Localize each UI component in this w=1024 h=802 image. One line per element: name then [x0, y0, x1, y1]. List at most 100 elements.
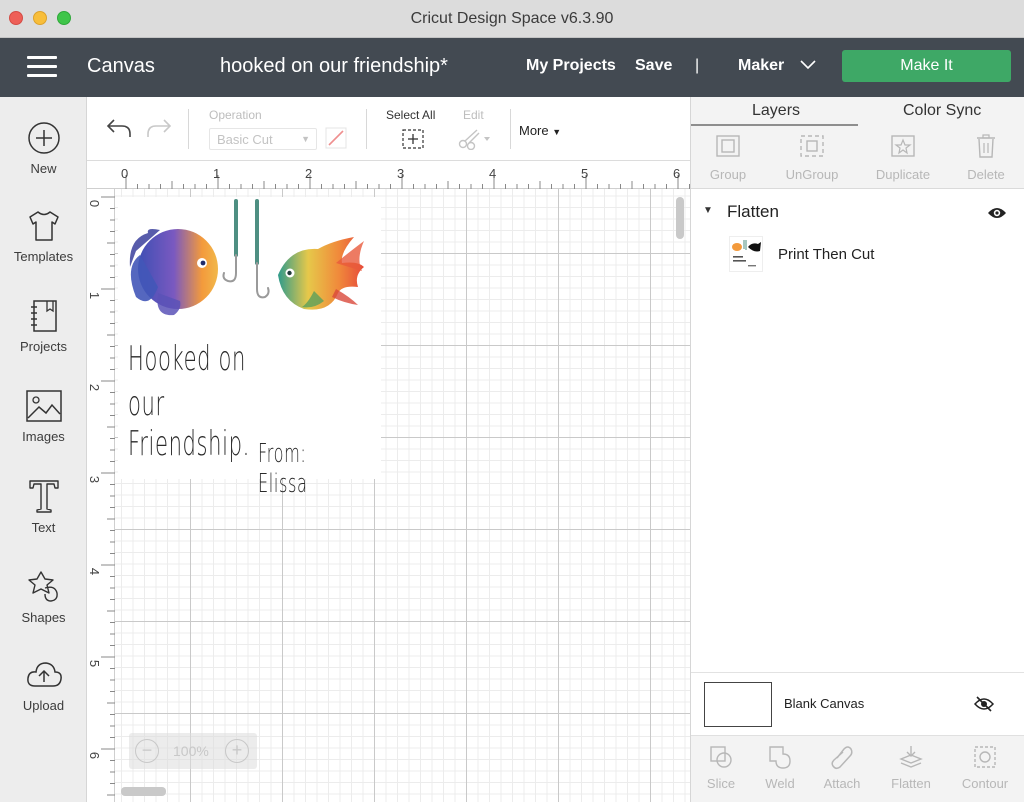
ungroup-button[interactable]: UnGroup	[781, 133, 843, 182]
weld-button[interactable]: Weld	[761, 744, 799, 791]
window-titlebar: Cricut Design Space v6.3.90	[0, 0, 1024, 38]
attach-button[interactable]: Attach	[819, 744, 865, 791]
slice-button[interactable]: Slice	[701, 744, 741, 791]
rainbow-fish-icon	[278, 237, 364, 310]
tab-layers[interactable]: Layers	[752, 102, 800, 120]
blank-canvas-label: Blank Canvas	[784, 696, 865, 711]
plus-circle-icon	[27, 122, 60, 154]
ruler-label: 5	[87, 659, 103, 668]
layer-name: Print Then Cut	[778, 246, 875, 263]
sidebar-item-label: Images	[22, 429, 65, 444]
blank-canvas-row: Blank Canvas	[691, 672, 1024, 734]
attach-label: Attach	[823, 776, 861, 791]
sidebar-item-label: Projects	[20, 339, 67, 354]
sidebar-item-upload[interactable]: Upload	[0, 658, 87, 713]
group-button[interactable]: Group	[705, 133, 751, 182]
save-button[interactable]: Save	[635, 57, 672, 75]
ruler-horizontal: 0 1 2 3 4 5 6	[87, 161, 690, 189]
machine-selector[interactable]: Maker	[738, 57, 784, 75]
slice-icon	[710, 746, 732, 768]
layer-thumbnail	[729, 236, 763, 272]
ungroup-label: UnGroup	[785, 167, 839, 182]
sidebar-item-new[interactable]: New	[0, 121, 87, 176]
ruler-label: 4	[87, 567, 103, 576]
edit-scissors-icon[interactable]	[457, 128, 493, 150]
dropdown-arrow-icon: ▼	[301, 134, 310, 144]
design-canvas[interactable]: 0 1 2 3 4 5 6 0 1 2 3 4 5 6 Hooked on ou…	[87, 161, 690, 802]
header-separator: |	[695, 57, 700, 74]
operation-select[interactable]: Basic Cut ▼	[209, 128, 317, 150]
sidebar-item-label: Templates	[13, 249, 74, 264]
make-it-button[interactable]: Make It	[842, 50, 1011, 82]
flatten-button[interactable]: Flatten	[887, 744, 935, 791]
app-header: Canvas hooked on our friendship* My Proj…	[0, 38, 1024, 97]
layer-item[interactable]: Print Then Cut	[691, 234, 1024, 278]
zoom-out-button[interactable]: −	[135, 739, 159, 763]
undo-icon[interactable]	[106, 117, 132, 139]
contour-button[interactable]: Contour	[959, 744, 1011, 791]
select-all-icon[interactable]	[401, 128, 425, 150]
fishing-hook-icon	[234, 199, 259, 265]
zoom-in-button[interactable]: +	[225, 739, 249, 763]
design-image[interactable]: Hooked on our Friendship. From: Elissa	[118, 197, 381, 499]
sidebar-item-shapes[interactable]: Shapes	[0, 568, 87, 625]
ruler-label: 6	[673, 166, 681, 181]
ungroup-icon	[800, 135, 824, 157]
ruler-ticks	[101, 196, 115, 796]
duplicate-icon	[891, 135, 915, 157]
chevron-down-icon[interactable]	[800, 58, 816, 70]
menu-hamburger-icon[interactable]	[27, 56, 57, 78]
sidebar-item-templates[interactable]: Templates	[0, 209, 87, 264]
toolbar-divider	[366, 109, 367, 149]
edit-toolbar: Operation Basic Cut ▼ Select All Edit Mo…	[87, 97, 690, 161]
ruler-label: 1	[213, 166, 221, 181]
color-swatch-icon[interactable]	[325, 127, 347, 149]
project-name: hooked on our friendship*	[220, 55, 448, 77]
ruler-label: 0	[121, 166, 129, 181]
design-text-from: From: Elissa	[258, 439, 308, 499]
weld-icon	[769, 746, 791, 769]
page-title: Canvas	[87, 55, 155, 77]
tab-color-sync[interactable]: Color Sync	[903, 102, 981, 120]
zoom-level: 100%	[173, 743, 209, 759]
ruler-label: 2	[305, 166, 313, 181]
redo-icon[interactable]	[146, 117, 172, 139]
sidebar-item-projects[interactable]: Projects	[0, 299, 87, 354]
sidebar-item-label: Text	[31, 520, 56, 535]
vertical-scrollbar[interactable]	[676, 197, 684, 239]
bottom-actions-bar: Slice Weld Attach Flatten Contour	[691, 735, 1024, 802]
sidebar-item-text[interactable]: Text	[0, 478, 87, 535]
layer-group-row[interactable]: ▼ Flatten	[691, 201, 1024, 225]
layer-group-name: Flatten	[727, 202, 779, 221]
zoom-control: − 100% +	[129, 733, 257, 769]
panel-tabs: Layers Color Sync	[691, 97, 1024, 127]
eye-visible-icon[interactable]	[987, 206, 1007, 220]
more-menu-button[interactable]: More ▼	[519, 123, 561, 138]
my-projects-link[interactable]: My Projects	[526, 57, 616, 75]
trash-icon	[977, 134, 995, 158]
duplicate-button[interactable]: Duplicate	[873, 133, 933, 182]
horizontal-scrollbar[interactable]	[121, 787, 166, 796]
layer-thumbnail-art	[732, 240, 761, 267]
caret-down-icon: ▼	[552, 127, 562, 137]
duplicate-label: Duplicate	[875, 167, 931, 182]
shapes-icon	[27, 571, 58, 602]
sidebar-item-label: New	[30, 161, 57, 176]
blank-canvas-swatch[interactable]	[704, 682, 772, 727]
ruler-label: 1	[87, 291, 103, 300]
layer-actions-bar: Group UnGroup Duplicate Delete	[691, 127, 1024, 189]
sidebar-item-label: Upload	[22, 698, 65, 713]
collapse-arrow-icon[interactable]: ▼	[703, 205, 713, 216]
toolbar-divider	[188, 109, 189, 149]
delete-button[interactable]: Delete	[965, 133, 1007, 182]
ruler-label: 2	[87, 383, 103, 392]
ruler-label: 0	[87, 199, 103, 208]
toolbar-divider	[510, 109, 511, 149]
ruler-label: 6	[87, 751, 103, 760]
operation-label: Operation	[209, 108, 262, 122]
ruler-label: 3	[87, 475, 103, 484]
image-icon	[25, 390, 62, 422]
sidebar-item-images[interactable]: Images	[0, 389, 87, 444]
group-icon	[716, 135, 740, 157]
eye-hidden-icon[interactable]	[974, 695, 994, 713]
